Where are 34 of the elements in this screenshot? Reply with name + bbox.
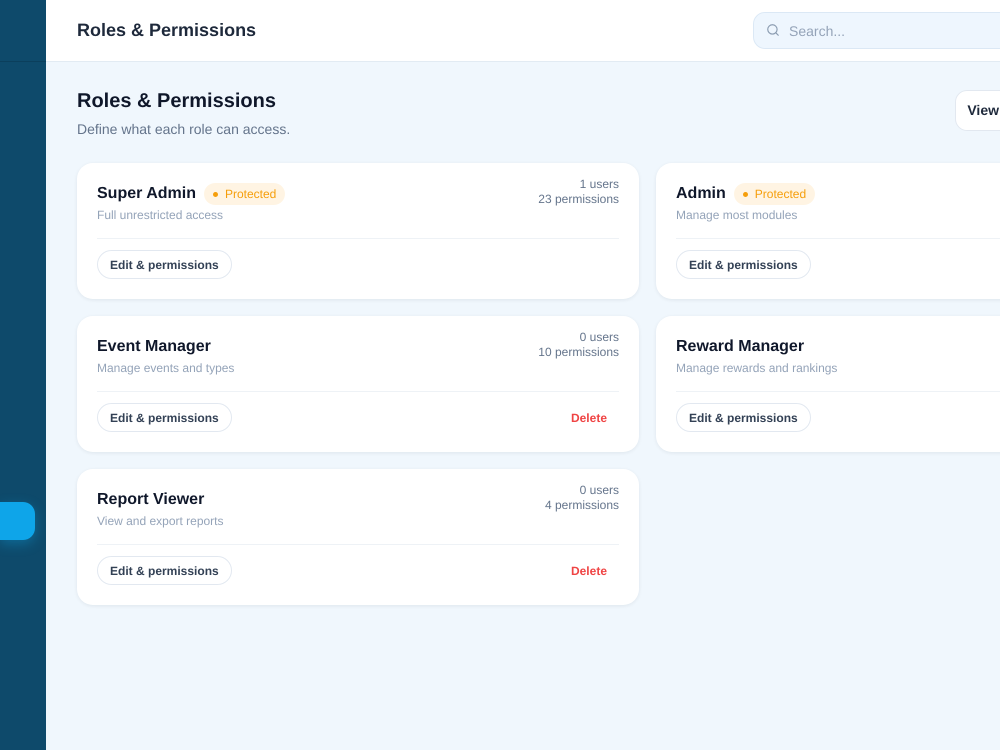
- edit-permissions-button[interactable]: Edit & permissions: [676, 403, 811, 432]
- delete-button[interactable]: Delete: [558, 556, 619, 585]
- permissions-count: 4 permissions: [544, 498, 619, 513]
- search-field[interactable]: Search...: [753, 12, 1000, 49]
- header-title: Roles & Permissions: [77, 19, 256, 42]
- role-name: Report Viewer: [97, 490, 204, 510]
- role-name: Super Admin: [97, 184, 196, 204]
- status-dot-icon: [742, 192, 748, 196]
- delete-button[interactable]: Delete: [558, 403, 619, 432]
- role-description: Full unrestricted access: [97, 207, 224, 224]
- role-name: Admin: [676, 184, 726, 204]
- view-button[interactable]: View: [955, 90, 1000, 131]
- protected-badge: Protected: [734, 183, 816, 205]
- page-title: Roles & Permissions: [77, 89, 277, 114]
- role-description: Manage most modules: [676, 207, 798, 224]
- edit-permissions-button[interactable]: Edit & permissions: [97, 556, 232, 585]
- edit-permissions-button[interactable]: Edit & permissions: [676, 250, 811, 279]
- permissions-count: 10 permissions: [538, 345, 619, 360]
- role-description: Manage rewards and rankings: [676, 360, 838, 377]
- permissions-count: 23 permissions: [538, 192, 619, 207]
- search-icon: [766, 23, 780, 37]
- users-count: 0 users: [580, 330, 619, 345]
- users-count: 0 users: [580, 483, 619, 498]
- role-name: Reward Manager: [676, 337, 804, 357]
- users-count: 1 users: [580, 177, 619, 192]
- status-dot-icon: [212, 192, 218, 196]
- role-description: View and export reports: [97, 513, 224, 530]
- protected-badge: Protected: [204, 183, 286, 205]
- page-subtitle: Define what each role can access.: [77, 120, 290, 139]
- edit-permissions-button[interactable]: Edit & permissions: [97, 403, 232, 432]
- edit-permissions-button[interactable]: Edit & permissions: [97, 250, 232, 279]
- role-description: Manage events and types: [97, 360, 234, 377]
- sidebar-item[interactable]: [0, 502, 35, 540]
- role-name: Event Manager: [97, 337, 211, 357]
